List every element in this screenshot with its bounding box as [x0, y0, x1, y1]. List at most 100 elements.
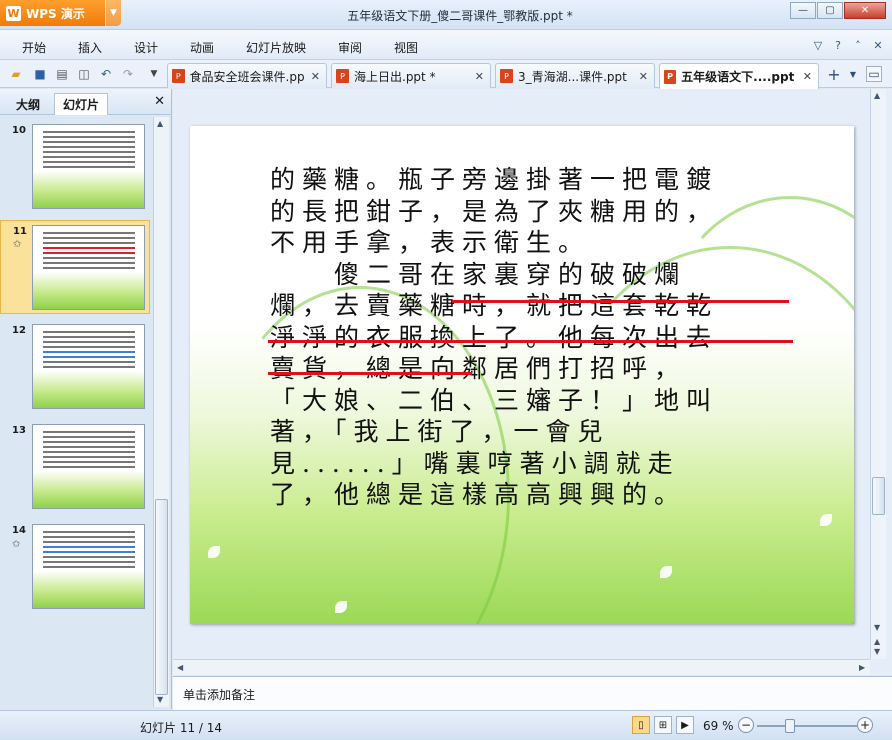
ppt-file-icon: P — [172, 69, 185, 83]
tab-label: 海上日出.ppt * — [354, 69, 436, 84]
skin-icon[interactable]: ▽ — [810, 37, 826, 53]
zoom-out-button[interactable]: − — [738, 717, 754, 733]
zoom-level: 69 % — [703, 719, 734, 733]
tab-list-icon[interactable]: ▼ — [845, 66, 861, 82]
sidebar-tabs: 大纲 幻灯片 ✕ — [0, 89, 171, 115]
close-icon[interactable]: ✕ — [154, 94, 165, 109]
undo-icon[interactable]: ↶ — [98, 66, 114, 82]
slide-indicator: 幻灯片 11 / 14 — [140, 721, 223, 735]
tab-outline[interactable]: 大纲 — [8, 93, 48, 115]
scroll-up-icon[interactable]: ▲ — [874, 91, 880, 100]
slide-text-box[interactable]: 的藥糖。瓶子旁邊掛著一把電鍍 的長把鉗子，是為了夾糖用的， 不用手拿，表示衛生。… — [270, 164, 790, 511]
text-line: 了，他總是這樣高高興興的。 — [270, 480, 687, 509]
scrollbar-thumb[interactable] — [155, 499, 168, 695]
text-line: 傻二哥在家裏穿的破破爛 — [270, 259, 687, 289]
print-icon[interactable]: ▤ — [54, 66, 70, 82]
normal-view-button[interactable]: ▯ — [632, 716, 650, 734]
close-icon[interactable]: ✕ — [305, 70, 320, 83]
menu-home[interactable]: 开始 — [22, 39, 46, 56]
menu-review[interactable]: 审阅 — [338, 39, 362, 56]
slide-thumbnail-image — [32, 424, 145, 509]
chevron-down-icon[interactable]: ▼ — [105, 0, 121, 26]
text-line: 爛，去賣藥糖時，就把這套乾乾 — [270, 291, 719, 320]
scrollbar-thumb[interactable] — [872, 477, 885, 515]
redo-icon[interactable]: ↷ — [120, 66, 136, 82]
scroll-up-icon[interactable]: ▲ — [157, 119, 163, 128]
ribbon-toggle-icon[interactable]: ˄ — [850, 37, 866, 53]
menu-animation[interactable]: 动画 — [190, 39, 214, 56]
print-preview-icon[interactable]: ◫ — [76, 66, 92, 82]
close-doc-icon[interactable]: ✕ — [870, 37, 886, 53]
previous-slide-icon[interactable]: ▲ — [874, 637, 880, 646]
text-line: 的藥糖。瓶子旁邊掛著一把電鍍 — [270, 165, 719, 194]
tab-qinghai-lake[interactable]: P 3_青海湖...课件.ppt ✕ — [495, 63, 655, 88]
status-bar: 幻灯片 11 / 14 ▯ ⊞ ▶ 69 % − + — [0, 710, 892, 740]
slide-thumbnail-11[interactable]: 11 ✩ — [0, 220, 150, 314]
tab-label: 五年级语文下....ppt * — [681, 70, 797, 84]
window-title: 五年级语文下册_傻二哥课件_鄂教版.ppt * — [347, 9, 573, 23]
tab-grade5-chinese[interactable]: P 五年级语文下....ppt * ✕ — [659, 63, 819, 89]
minimize-button[interactable]: — — [790, 2, 816, 19]
current-slide[interactable]: 的藥糖。瓶子旁邊掛著一把電鍍 的長把鉗子，是為了夾糖用的， 不用手拿，表示衛生。… — [190, 126, 854, 624]
sidebar-scrollbar[interactable]: ▲ ▼ — [153, 117, 169, 707]
red-strike-line — [452, 300, 789, 303]
animation-star-icon: ✩ — [13, 239, 22, 250]
close-button[interactable]: ✕ — [844, 2, 886, 19]
wps-logo-icon: W — [6, 5, 21, 21]
scroll-down-icon[interactable]: ▼ — [157, 695, 163, 704]
menu-design[interactable]: 设计 — [134, 39, 158, 56]
menu-right-tools: ▽ ? ˄ ✕ — [810, 37, 886, 53]
menu-slideshow[interactable]: 幻灯片放映 — [246, 39, 306, 56]
save-icon[interactable]: ■ — [32, 66, 48, 82]
scroll-left-icon[interactable]: ◀ — [177, 663, 183, 672]
slide-thumbnail-image — [32, 524, 145, 609]
slide-thumbnail-image — [32, 124, 145, 209]
customize-toolbar-icon[interactable]: ▼ — [146, 66, 162, 82]
thumbnail-number: 10 — [12, 125, 26, 136]
zoom-slider-handle[interactable] — [785, 719, 795, 733]
slide-horizontal-scrollbar[interactable]: ◀ ▶ — [173, 659, 870, 675]
text-line: 「大娘、二伯、三嬸子！」地叫 — [270, 385, 719, 415]
tab-sunrise[interactable]: P 海上日出.ppt * ✕ — [331, 63, 491, 88]
close-icon[interactable]: ✕ — [797, 70, 812, 83]
wps-app-button[interactable]: W WPS 演示 ▼ — [0, 0, 121, 26]
slideshow-view-button[interactable]: ▶ — [676, 716, 694, 734]
notes-pane[interactable]: 单击添加备注 — [173, 676, 892, 710]
slide-sorter-view-button[interactable]: ⊞ — [654, 716, 672, 734]
thumbnail-number: 13 — [12, 425, 26, 436]
close-icon[interactable]: ✕ — [469, 70, 484, 83]
text-line: 賣貨，總是向鄰居們打招呼， — [270, 354, 687, 383]
tab-label: 食品安全班会课件.ppt — [189, 69, 305, 84]
scroll-down-icon[interactable]: ▼ — [874, 623, 880, 632]
red-strike-line — [268, 340, 793, 343]
tab-label: 3_青海湖...课件.ppt — [518, 69, 627, 84]
thumbnail-number: 11 — [13, 226, 27, 237]
new-tab-icon[interactable]: + — [826, 65, 842, 84]
slide-thumbnail-image — [32, 225, 145, 310]
open-folder-icon[interactable]: ▰ — [8, 66, 24, 82]
tab-slides[interactable]: 幻灯片 — [54, 93, 109, 115]
zoom-in-button[interactable]: + — [857, 717, 873, 733]
help-icon[interactable]: ? — [830, 37, 846, 53]
zoom-slider-track[interactable] — [757, 725, 857, 727]
maximize-button[interactable]: ▢ — [817, 2, 843, 19]
slide-vertical-scrollbar[interactable]: ▲ ▼ ▲ ▼ — [870, 89, 886, 659]
notes-placeholder: 单击添加备注 — [183, 688, 256, 702]
thumbnail-number: 12 — [12, 325, 26, 336]
text-line: 淨淨的衣服換上了。他每次出去 — [270, 322, 719, 352]
red-strike-line — [268, 372, 472, 375]
close-icon[interactable]: ✕ — [633, 70, 648, 83]
thumbnail-number: 14 — [12, 525, 26, 536]
title-bar: W WPS 演示 ▼ 五年级语文下册_傻二哥课件_鄂教版.ppt * — ▢ ✕ — [0, 0, 892, 30]
document-tab-bar: ▰ ■ ▤ ◫ ↶ ↷ ▼ P 食品安全班会课件.ppt ✕ P 海上日出.pp… — [0, 60, 892, 89]
menu-view[interactable]: 视图 — [394, 39, 418, 56]
menu-insert[interactable]: 插入 — [78, 39, 102, 56]
next-slide-icon[interactable]: ▼ — [874, 647, 880, 656]
animation-star-icon: ✩ — [12, 539, 21, 550]
slide-thumbnail-image — [32, 324, 145, 409]
ppt-file-icon: P — [664, 69, 677, 84]
scroll-right-icon[interactable]: ▶ — [859, 663, 865, 672]
restore-panel-icon[interactable]: ▭ — [866, 66, 882, 82]
tab-food-safety[interactable]: P 食品安全班会课件.ppt ✕ — [167, 63, 327, 88]
app-name: WPS 演示 — [26, 6, 85, 21]
